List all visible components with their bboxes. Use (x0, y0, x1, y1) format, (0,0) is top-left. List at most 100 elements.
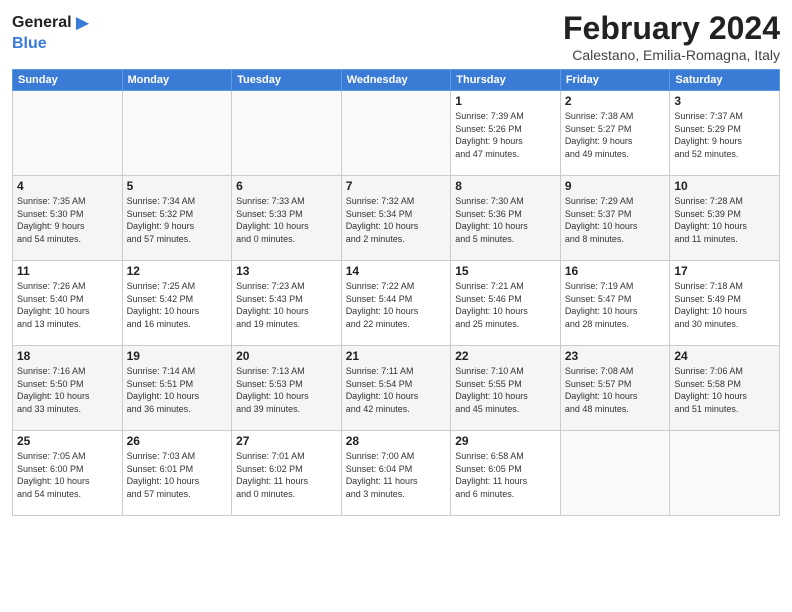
day-number: 20 (236, 349, 337, 363)
day-info: Sunrise: 7:30 AM Sunset: 5:36 PM Dayligh… (455, 195, 556, 245)
day-number: 12 (127, 264, 228, 278)
day-number: 4 (17, 179, 118, 193)
day-info: Sunrise: 7:32 AM Sunset: 5:34 PM Dayligh… (346, 195, 447, 245)
day-info: Sunrise: 7:14 AM Sunset: 5:51 PM Dayligh… (127, 365, 228, 415)
calendar-cell: 3 Sunrise: 7:37 AM Sunset: 5:29 PM Daylig… (670, 91, 780, 176)
calendar-cell: 13 Sunrise: 7:23 AM Sunset: 5:43 PM Dayli… (232, 261, 342, 346)
calendar-cell: 18 Sunrise: 7:16 AM Sunset: 5:50 PM Dayli… (13, 346, 123, 431)
day-number: 15 (455, 264, 556, 278)
day-number: 7 (346, 179, 447, 193)
day-info: Sunrise: 7:08 AM Sunset: 5:57 PM Dayligh… (565, 365, 666, 415)
weekday-header-wednesday: Wednesday (341, 70, 451, 91)
day-number: 17 (674, 264, 775, 278)
logo: General► Blue (12, 10, 93, 54)
calendar-cell: 29Sunrise: 6:58 AM Sunset: 6:05 PM Dayli… (451, 431, 561, 516)
day-number: 23 (565, 349, 666, 363)
day-info: Sunrise: 7:23 AM Sunset: 5:43 PM Dayligh… (236, 280, 337, 330)
day-number: 28 (346, 434, 447, 448)
day-number: 2 (565, 94, 666, 108)
calendar-cell: 21 Sunrise: 7:11 AM Sunset: 5:54 PM Dayli… (341, 346, 451, 431)
day-number: 6 (236, 179, 337, 193)
calendar-cell: 17 Sunrise: 7:18 AM Sunset: 5:49 PM Dayli… (670, 261, 780, 346)
day-info: Sunrise: 7:37 AM Sunset: 5:29 PM Dayligh… (674, 110, 775, 160)
day-info: Sunrise: 7:33 AM Sunset: 5:33 PM Dayligh… (236, 195, 337, 245)
calendar-cell (232, 91, 342, 176)
calendar-cell: 1Sunrise: 7:39 AM Sunset: 5:26 PM Daylig… (451, 91, 561, 176)
calendar-subtitle: Calestano, Emilia-Romagna, Italy (563, 47, 780, 63)
calendar-cell: 5 Sunrise: 7:34 AM Sunset: 5:32 PM Daylig… (122, 176, 232, 261)
day-info: Sunrise: 7:34 AM Sunset: 5:32 PM Dayligh… (127, 195, 228, 245)
day-info: Sunrise: 7:16 AM Sunset: 5:50 PM Dayligh… (17, 365, 118, 415)
calendar-cell: 19 Sunrise: 7:14 AM Sunset: 5:51 PM Dayli… (122, 346, 232, 431)
week-row-1: 1Sunrise: 7:39 AM Sunset: 5:26 PM Daylig… (13, 91, 780, 176)
weekday-header-saturday: Saturday (670, 70, 780, 91)
day-info: Sunrise: 7:19 AM Sunset: 5:47 PM Dayligh… (565, 280, 666, 330)
calendar-table: SundayMondayTuesdayWednesdayThursdayFrid… (12, 69, 780, 516)
day-number: 9 (565, 179, 666, 193)
day-info: Sunrise: 7:35 AM Sunset: 5:30 PM Dayligh… (17, 195, 118, 245)
calendar-cell: 7 Sunrise: 7:32 AM Sunset: 5:34 PM Daylig… (341, 176, 451, 261)
day-number: 10 (674, 179, 775, 193)
calendar-cell: 6 Sunrise: 7:33 AM Sunset: 5:33 PM Daylig… (232, 176, 342, 261)
calendar-cell: 12 Sunrise: 7:25 AM Sunset: 5:42 PM Dayli… (122, 261, 232, 346)
day-info: Sunrise: 7:25 AM Sunset: 5:42 PM Dayligh… (127, 280, 228, 330)
calendar-cell: 14 Sunrise: 7:22 AM Sunset: 5:44 PM Dayli… (341, 261, 451, 346)
calendar-title: February 2024 (563, 10, 780, 47)
calendar-cell: 8 Sunrise: 7:30 AM Sunset: 5:36 PM Daylig… (451, 176, 561, 261)
weekday-header-thursday: Thursday (451, 70, 561, 91)
weekday-header-monday: Monday (122, 70, 232, 91)
day-number: 27 (236, 434, 337, 448)
day-info: Sunrise: 7:22 AM Sunset: 5:44 PM Dayligh… (346, 280, 447, 330)
weekday-header-row: SundayMondayTuesdayWednesdayThursdayFrid… (13, 70, 780, 91)
calendar-header: General► Blue February 2024 Calestano, E… (12, 10, 780, 63)
day-number: 22 (455, 349, 556, 363)
calendar-cell: 2Sunrise: 7:38 AM Sunset: 5:27 PM Daylig… (560, 91, 670, 176)
day-number: 25 (17, 434, 118, 448)
calendar-cell (670, 431, 780, 516)
calendar-cell: 10 Sunrise: 7:28 AM Sunset: 5:39 PM Dayli… (670, 176, 780, 261)
day-info: Sunrise: 6:58 AM Sunset: 6:05 PM Dayligh… (455, 450, 556, 500)
logo-text: General► Blue (12, 10, 93, 54)
day-number: 13 (236, 264, 337, 278)
day-number: 18 (17, 349, 118, 363)
calendar-cell (13, 91, 123, 176)
day-info: Sunrise: 7:18 AM Sunset: 5:49 PM Dayligh… (674, 280, 775, 330)
calendar-cell (122, 91, 232, 176)
day-number: 14 (346, 264, 447, 278)
day-info: Sunrise: 7:00 AM Sunset: 6:04 PM Dayligh… (346, 450, 447, 500)
calendar-cell: 15Sunrise: 7:21 AM Sunset: 5:46 PM Dayli… (451, 261, 561, 346)
day-info: Sunrise: 7:28 AM Sunset: 5:39 PM Dayligh… (674, 195, 775, 245)
calendar-cell: 4 Sunrise: 7:35 AM Sunset: 5:30 PM Daylig… (13, 176, 123, 261)
calendar-cell: 16 Sunrise: 7:19 AM Sunset: 5:47 PM Dayli… (560, 261, 670, 346)
day-number: 21 (346, 349, 447, 363)
week-row-2: 4 Sunrise: 7:35 AM Sunset: 5:30 PM Daylig… (13, 176, 780, 261)
day-info: Sunrise: 7:11 AM Sunset: 5:54 PM Dayligh… (346, 365, 447, 415)
calendar-cell: 9 Sunrise: 7:29 AM Sunset: 5:37 PM Daylig… (560, 176, 670, 261)
day-info: Sunrise: 7:26 AM Sunset: 5:40 PM Dayligh… (17, 280, 118, 330)
day-number: 1 (455, 94, 556, 108)
day-number: 8 (455, 179, 556, 193)
calendar-cell (341, 91, 451, 176)
weekday-header-sunday: Sunday (13, 70, 123, 91)
day-info: Sunrise: 7:13 AM Sunset: 5:53 PM Dayligh… (236, 365, 337, 415)
weekday-header-friday: Friday (560, 70, 670, 91)
day-info: Sunrise: 7:29 AM Sunset: 5:37 PM Dayligh… (565, 195, 666, 245)
day-number: 3 (674, 94, 775, 108)
calendar-container: General► Blue February 2024 Calestano, E… (0, 0, 792, 612)
day-number: 19 (127, 349, 228, 363)
calendar-cell: 24 Sunrise: 7:06 AM Sunset: 5:58 PM Dayli… (670, 346, 780, 431)
day-number: 26 (127, 434, 228, 448)
day-number: 24 (674, 349, 775, 363)
day-info: Sunrise: 7:05 AM Sunset: 6:00 PM Dayligh… (17, 450, 118, 500)
weekday-header-tuesday: Tuesday (232, 70, 342, 91)
calendar-cell: 22 Sunrise: 7:10 AM Sunset: 5:55 PM Dayli… (451, 346, 561, 431)
day-info: Sunrise: 7:03 AM Sunset: 6:01 PM Dayligh… (127, 450, 228, 500)
calendar-cell: 26 Sunrise: 7:03 AM Sunset: 6:01 PM Dayli… (122, 431, 232, 516)
day-number: 11 (17, 264, 118, 278)
day-number: 5 (127, 179, 228, 193)
day-info: Sunrise: 7:06 AM Sunset: 5:58 PM Dayligh… (674, 365, 775, 415)
calendar-cell (560, 431, 670, 516)
day-info: Sunrise: 7:10 AM Sunset: 5:55 PM Dayligh… (455, 365, 556, 415)
day-number: 16 (565, 264, 666, 278)
title-section: February 2024 Calestano, Emilia-Romagna,… (563, 10, 780, 63)
